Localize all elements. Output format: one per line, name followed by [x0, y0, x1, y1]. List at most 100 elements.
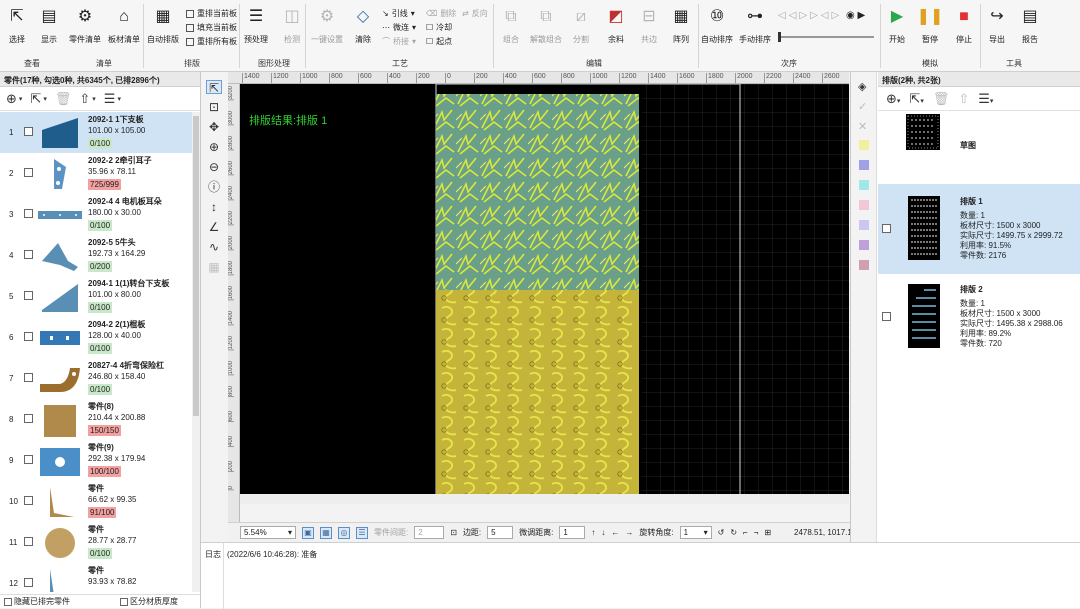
part-checkbox[interactable] — [24, 209, 33, 218]
zoom-fit-icon[interactable]: ⊡ — [209, 100, 219, 114]
sequence-step-buttons[interactable]: ◉ ▶ — [846, 10, 865, 21]
layer-color-swatch[interactable] — [859, 200, 869, 210]
bridge-button[interactable]: ⌒ 桥接 ▾ — [382, 36, 416, 47]
measure-icon[interactable]: ↕ — [211, 200, 217, 214]
zoom-out-icon[interactable]: ⊖ — [209, 160, 219, 174]
view-list-icon[interactable]: ☰ — [356, 526, 368, 539]
import-part-button[interactable]: ⇧ ▾ — [79, 91, 95, 107]
arrow-up-icon[interactable]: ↑ — [591, 528, 595, 537]
rotate-cw-icon[interactable]: ↻ — [730, 528, 737, 537]
rearrange-all-button[interactable]: 重排所有板 — [186, 36, 237, 47]
remnant-button[interactable]: ◩ 余料 — [605, 6, 627, 45]
part-list-item[interactable]: 5 2094-1 1(1)转台下支板 101.00 x 80.00 0/100 — [0, 276, 192, 317]
view-circle-icon[interactable]: ◎ — [338, 526, 350, 539]
parts-list-button[interactable]: ⚙ 零件清单 — [69, 6, 101, 45]
part-checkbox[interactable] — [24, 578, 33, 587]
delete-sheet-button[interactable]: 🗑 — [933, 91, 950, 107]
hide-nested-checkbox[interactable]: 隐藏已排完零件 — [4, 596, 70, 607]
layer-color-swatch[interactable] — [859, 160, 869, 170]
part-checkbox[interactable] — [24, 127, 33, 136]
path-icon[interactable]: ∿ — [209, 240, 219, 254]
part-list-item[interactable]: 4 2092-5 5牛头 192.73 x 164.29 0/200 — [0, 235, 192, 276]
layer-color-swatch[interactable] — [859, 180, 869, 190]
arrow-left-icon[interactable]: ← — [611, 528, 619, 537]
clear-button[interactable]: ◇ 清除 — [352, 6, 374, 45]
lead-button[interactable]: ↘ 引线 ▾ — [382, 8, 415, 19]
sheet-checkbox[interactable] — [882, 224, 891, 233]
checkbox-box[interactable] — [120, 597, 128, 606]
part-list-item[interactable]: 12 零件 93.93 x 78.82 — [0, 563, 192, 592]
common-edge-button[interactable]: ⊟ 共边 — [638, 6, 660, 45]
rotate-ccw-icon[interactable]: ↺ — [718, 528, 725, 537]
part-list-item[interactable]: 2 2092-2 2牵引耳子 35.96 x 78.11 725/999 — [0, 153, 192, 194]
sort-sheet-button[interactable]: ☰▾ — [978, 91, 993, 107]
angle-icon[interactable]: ∠ — [209, 220, 220, 234]
nested-parts-yellow[interactable] — [436, 290, 639, 494]
split-button[interactable]: ⧄ 分割 — [570, 6, 592, 45]
margin-input[interactable]: 5 — [487, 526, 514, 539]
part-checkbox[interactable] — [24, 373, 33, 382]
cooling-button[interactable]: ☐ 冷却 — [426, 22, 452, 33]
layers-icon[interactable]: ◈ — [858, 80, 866, 93]
part-checkbox[interactable] — [24, 250, 33, 259]
layer-color-swatch[interactable] — [859, 140, 869, 150]
stop-button[interactable]: ■ 停止 — [953, 6, 975, 45]
uncombine-button[interactable]: ⧉ 解散组合 — [530, 6, 562, 45]
manual-sort-button[interactable]: ⊶ 手动排序 — [739, 6, 771, 45]
auto-nest-button[interactable]: ▦ 自动排版 — [147, 6, 179, 45]
mirror-h-icon[interactable]: ⌐ — [743, 528, 748, 537]
part-list-item[interactable]: 1 2092-1 1下支板 101.00 x 105.00 0/100 — [0, 112, 192, 153]
select-button[interactable]: ⇱ 选择 — [6, 6, 28, 45]
delete-button[interactable]: ⌫ 删除 — [426, 8, 456, 19]
reverse-button[interactable]: ⇄ 反向 — [462, 8, 488, 19]
draft-item[interactable]: 草图 — [878, 112, 1080, 180]
scroll-thumb[interactable] — [193, 116, 199, 416]
align-icon[interactable]: ⊞ — [764, 528, 771, 537]
nest-drawing[interactable] — [240, 84, 849, 494]
part-gap-input[interactable]: 2 — [414, 526, 445, 539]
micro-joint-button[interactable]: ⋯ 微连 ▾ — [382, 22, 416, 33]
part-list-item[interactable]: 10 零件 66.62 x 99.35 91/100 — [0, 481, 192, 522]
arrow-down-icon[interactable]: ↓ — [601, 528, 605, 537]
sheet-item-2[interactable]: 排版 2 数量: 1 板材尺寸: 1500 x 3000 实际尺寸: 1495.… — [878, 272, 1080, 362]
part-checkbox[interactable] — [24, 332, 33, 341]
report-button[interactable]: ▤ 报告 — [1019, 6, 1041, 45]
sequence-slider[interactable] — [778, 32, 874, 42]
rearrange-current-button[interactable]: 重排当前板 — [186, 8, 237, 19]
part-list-item[interactable]: 6 2094-2 2(1)棍板 128.00 x 40.00 0/100 — [0, 317, 192, 358]
part-checkbox[interactable] — [24, 168, 33, 177]
part-checkbox[interactable] — [24, 496, 33, 505]
add-sheet-button[interactable]: ⊕▾ — [886, 91, 900, 107]
nest-canvas[interactable]: 排版结果:排版 1 — [240, 84, 849, 494]
view-fill-icon[interactable]: ▦ — [320, 526, 332, 539]
sheet-item-1[interactable]: 排版 1 数量: 1 板材尺寸: 1500 x 3000 实际尺寸: 1499.… — [878, 184, 1080, 274]
part-checkbox[interactable] — [24, 455, 33, 464]
pan-icon[interactable]: ✥ — [209, 120, 219, 134]
parts-scrollbar[interactable] — [192, 112, 200, 592]
rotate-angle-select[interactable]: 1 ▾ — [679, 526, 712, 539]
pause-button[interactable]: ❚❚ 暂停 — [917, 6, 944, 45]
nested-parts-teal[interactable] — [436, 94, 639, 290]
add-part-button[interactable]: ⊕ ▾ — [6, 91, 22, 107]
check-button[interactable]: ◫ 检测 — [281, 6, 303, 45]
info-icon[interactable]: ⓘ — [208, 180, 220, 194]
select-tool-icon[interactable]: ⇱ — [206, 80, 222, 95]
view-mode-icon[interactable]: ▣ — [302, 526, 314, 539]
mirror-v-icon[interactable]: ¬ — [754, 528, 759, 537]
select-part-button[interactable]: ⇱ ▾ — [30, 91, 46, 107]
layer-color-swatch[interactable] — [859, 260, 869, 270]
sheet-list-button[interactable]: ⌂ 板材清单 — [108, 6, 140, 45]
auto-sort-button[interactable]: ⑩ 自动排序 — [701, 6, 733, 45]
by-thickness-checkbox[interactable]: 区分材质厚度 — [120, 596, 178, 607]
part-checkbox[interactable] — [24, 291, 33, 300]
canvas-hscrollbar[interactable] — [240, 494, 849, 504]
layer-color-swatch[interactable] — [859, 240, 869, 250]
zoom-select[interactable]: 5.54% ▾ — [240, 526, 296, 539]
sort-part-button[interactable]: ☰ ▾ — [104, 91, 121, 107]
start-button[interactable]: ▶ 开始 — [886, 6, 908, 45]
select-sheet-button[interactable]: ⇱▾ — [909, 91, 923, 107]
sheet-checkbox[interactable] — [882, 312, 891, 321]
array-button[interactable]: ▦ 阵列 — [670, 6, 692, 45]
one-click-setting-button[interactable]: ⚙ 一键设置 — [311, 6, 343, 45]
check-icon[interactable]: ✓ — [858, 100, 867, 113]
